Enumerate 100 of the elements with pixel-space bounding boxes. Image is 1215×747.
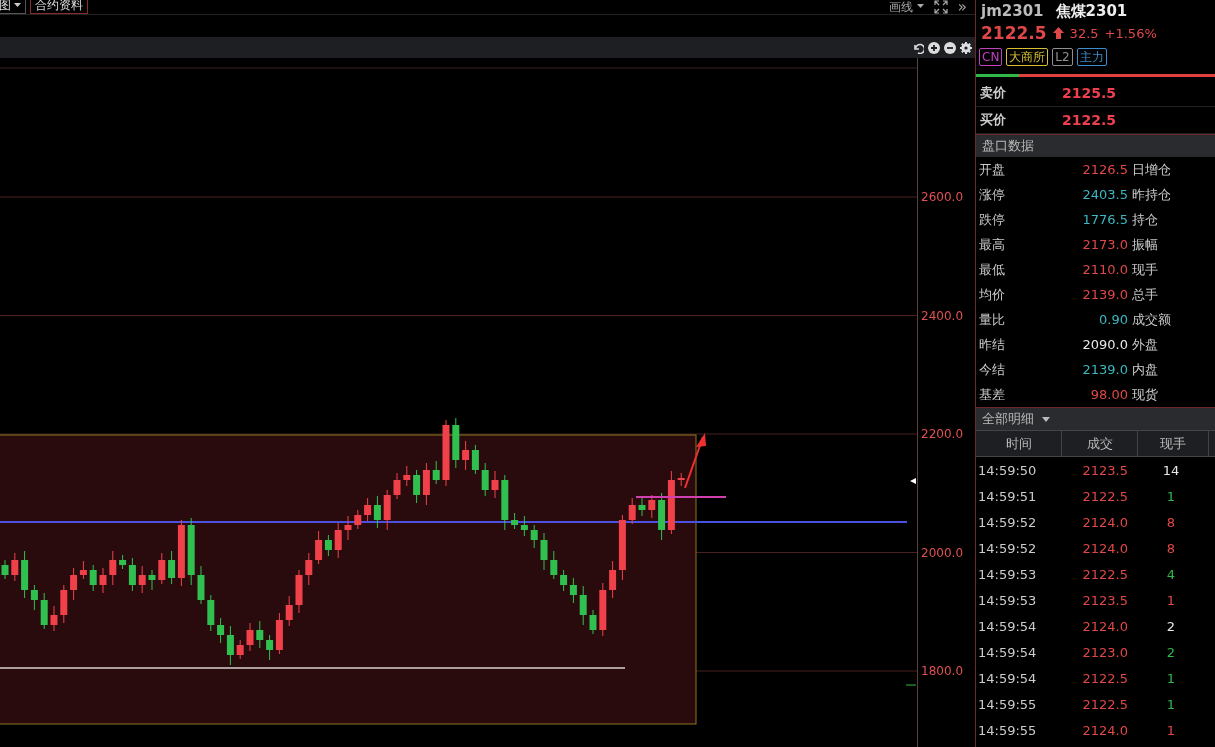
contract-info-button[interactable]: 合约资料 [30, 0, 88, 14]
trade-time: 14:59:50 [977, 462, 1038, 478]
trade-volume: 1 [1165, 670, 1177, 686]
stat-label: 量比 [979, 310, 1005, 329]
tag: CN [979, 48, 1003, 66]
candlestick [236, 639, 244, 660]
stat-label: 最低 [979, 260, 1005, 279]
stat-label: 开盘 [979, 160, 1005, 179]
column-header: 现手 [1138, 431, 1209, 456]
trade-volume: 4 [1165, 566, 1177, 582]
column-header: 时间 [976, 431, 1062, 456]
trade-price: 2123.0 [1081, 644, 1129, 660]
stat-label: 内盘 [1132, 360, 1158, 379]
trade-time: 14:59:53 [977, 566, 1038, 582]
fullscreen-icon[interactable] [933, 0, 948, 14]
settings-icon[interactable] [960, 41, 972, 54]
price-change: 32.5 [1069, 25, 1099, 41]
stat-label: 外盘 [1132, 335, 1158, 354]
candlestick [354, 509, 362, 530]
up-arrow-icon [1052, 27, 1064, 39]
candlestick [628, 497, 636, 525]
trade-price: 2122.5 [1081, 488, 1129, 504]
candlestick [491, 470, 499, 499]
trade-volume: 1 [1165, 722, 1177, 738]
stat-label: 基差 [979, 385, 1005, 404]
candlestick [677, 472, 685, 487]
trade-time: 14:59:52 [977, 540, 1038, 556]
expand-button[interactable]: » [957, 0, 967, 14]
candlestick [99, 567, 107, 594]
trade-price: 2122.5 [1081, 566, 1129, 582]
column-header: 成交 [1062, 431, 1138, 456]
candlestick [295, 569, 303, 614]
candlestick [187, 517, 195, 586]
zoom-out-icon[interactable] [944, 41, 956, 54]
trade-price: 2124.0 [1081, 722, 1129, 738]
candlestick [305, 552, 313, 586]
tag: 主力 [1076, 48, 1107, 66]
candlestick [452, 417, 460, 469]
candlestick [501, 474, 509, 531]
candlestick [109, 550, 117, 586]
price-axis-label: 2400.0 [921, 308, 964, 323]
trade-volume: 1 [1165, 696, 1177, 712]
stat-label: 现手 [1132, 260, 1158, 279]
candlestick [60, 584, 68, 624]
stat-value: 2110.0 [1081, 262, 1128, 277]
price-marker-icon [910, 478, 916, 484]
candlestick [11, 552, 19, 582]
price-axis-label: 2000.0 [921, 545, 964, 560]
stat-label: 成交额 [1132, 310, 1171, 329]
candlestick [256, 620, 264, 649]
stat-label: 今结 [979, 360, 1005, 379]
trade-time: 14:59:55 [977, 722, 1038, 738]
draw-line-menu[interactable]: 画线 [888, 0, 924, 14]
trade-volume: 2 [1165, 618, 1177, 634]
stat-label: 昨持仓 [1132, 185, 1171, 204]
candlestick [599, 582, 607, 637]
candlestick [393, 472, 401, 500]
stat-label: 持仓 [1132, 210, 1158, 229]
trade-price: 2123.5 [1081, 462, 1129, 478]
tag: L2 [1052, 48, 1073, 66]
zoom-in-icon[interactable] [928, 41, 940, 54]
trade-time: 14:59:51 [977, 488, 1038, 504]
bid-price-label: 买价 [980, 111, 1006, 129]
stat-label: 均价 [979, 285, 1005, 304]
trade-time: 14:59:54 [977, 670, 1038, 686]
caret-icon [916, 4, 924, 10]
candlestick [89, 564, 97, 592]
stat-label: 最高 [979, 235, 1005, 254]
stat-label: 跌停 [979, 210, 1005, 229]
trade-price: 2123.5 [1081, 592, 1129, 608]
trade-volume: 2 [1165, 644, 1177, 660]
candlestick [481, 462, 489, 497]
trade-price: 2124.0 [1081, 540, 1129, 556]
percent-change: +1.56% [1104, 25, 1157, 41]
candlestick [638, 495, 646, 517]
candlestick [344, 515, 352, 541]
last-price: 2122.5 [981, 23, 1047, 43]
stat-value: 2139.0 [1081, 362, 1128, 377]
stat-label: 涨停 [979, 185, 1005, 204]
caret-icon [1042, 416, 1050, 422]
bid-price: 2122.5 [1060, 112, 1116, 128]
candlestick [138, 565, 146, 594]
candlestick [246, 622, 254, 652]
price-axis-label: 2200.0 [921, 427, 964, 441]
price-axis-label: 2600.0 [921, 190, 964, 204]
stat-value: 98.00 [1089, 387, 1128, 402]
candlestick [148, 569, 156, 591]
view-dropdown[interactable]: 图 [0, 0, 26, 14]
caret-icon [14, 2, 21, 8]
candlestick [579, 585, 587, 626]
stat-value: 2403.5 [1081, 187, 1128, 202]
trade-price: 2124.0 [1081, 618, 1129, 634]
trade-price: 2122.5 [1081, 696, 1129, 712]
undo-icon[interactable] [912, 41, 924, 54]
tick-mark [905, 684, 917, 686]
stat-value: 2173.0 [1081, 237, 1128, 252]
trade-time: 14:59:53 [977, 592, 1038, 608]
arrow-drawing [684, 433, 706, 489]
trade-volume: 8 [1165, 514, 1177, 530]
stat-value: 1776.5 [1081, 212, 1128, 227]
